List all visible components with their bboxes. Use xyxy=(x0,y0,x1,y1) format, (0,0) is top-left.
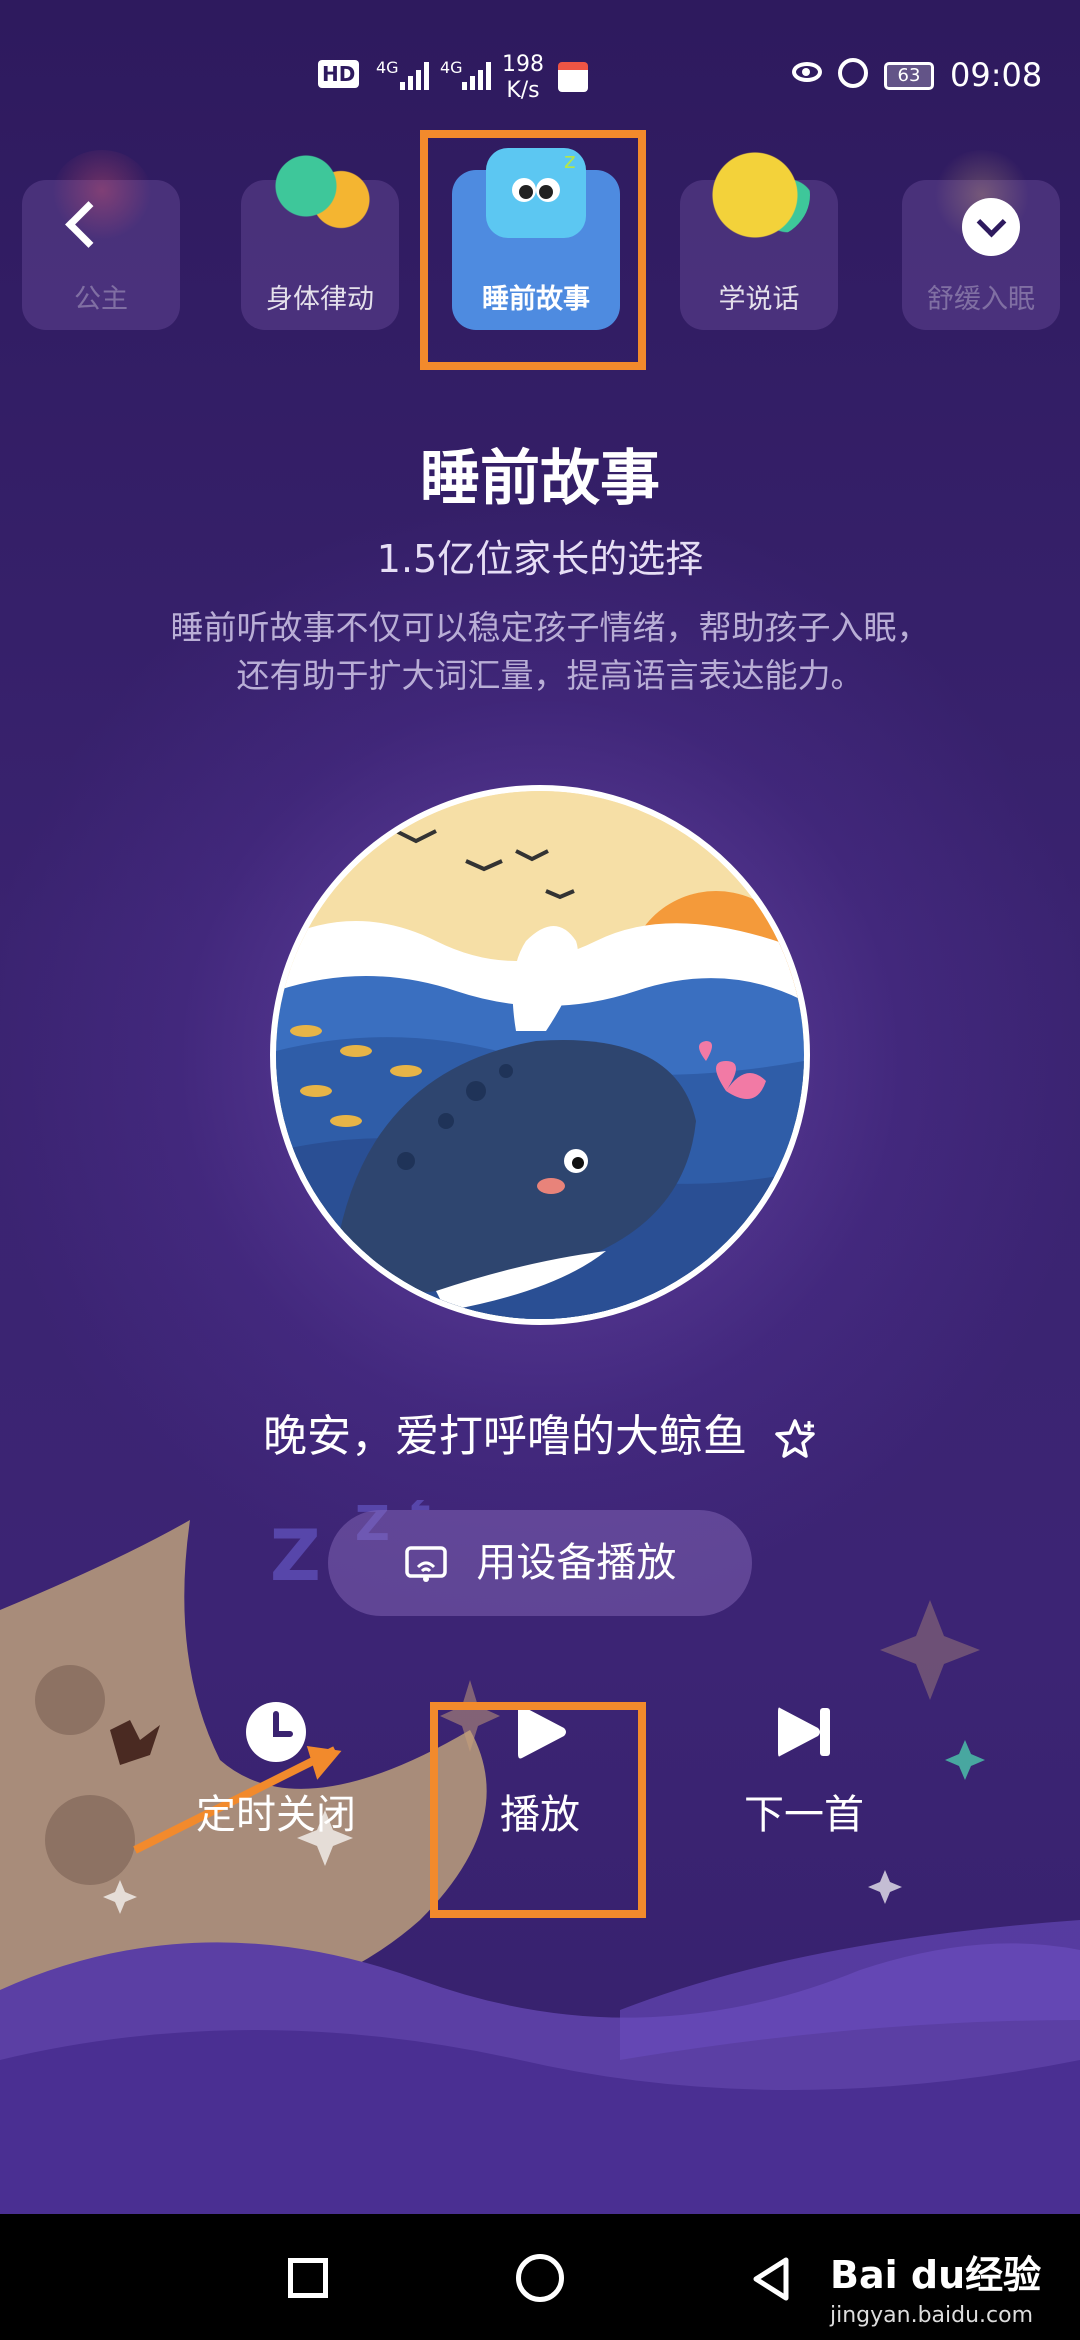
chat-faces-illustration-icon xyxy=(710,150,810,240)
clock-icon xyxy=(244,1700,308,1764)
next-track-button[interactable]: 下一首 xyxy=(694,1700,914,1840)
annotation-highlight-play xyxy=(430,1702,646,1918)
story-title-row: 晚安，爱打呼噜的大鲸鱼 xyxy=(0,1400,1080,1464)
calendar-notification-icon xyxy=(558,62,588,92)
sim1-label: 4G xyxy=(376,58,399,77)
page-description: 睡前听故事不仅可以稳定孩子情绪，帮助孩子入眠，还有助于扩大词汇量，提高语言表达能… xyxy=(170,608,930,695)
status-bar: HD 4G 4G 198 K/s 63 09:08 xyxy=(0,0,1080,150)
play-on-device-button[interactable]: 用设备播放 xyxy=(328,1510,752,1616)
play-on-device-label: 用设备播放 xyxy=(476,1540,677,1586)
alarm-icon xyxy=(838,58,868,88)
signal-1-icon xyxy=(400,60,440,90)
category-label: 学说话 xyxy=(718,284,800,315)
battery-icon: 63 xyxy=(884,62,934,90)
category-label: 身体律动 xyxy=(266,284,374,315)
baidu-jingyan-watermark: Bai du经验 jingyan.baidu.com xyxy=(830,2244,1041,2328)
timer-close-label: 定时关闭 xyxy=(196,1792,356,1838)
recent-apps-icon[interactable] xyxy=(288,2258,328,2298)
ice-cream-illustration-icon xyxy=(271,150,371,240)
watermark-brand: Bai du经验 xyxy=(830,2253,1042,2297)
home-icon[interactable] xyxy=(516,2254,564,2302)
favorite-star-icon[interactable] xyxy=(773,1417,817,1461)
eye-comfort-icon xyxy=(792,62,822,82)
page-subtitle: 1.5亿位家长的选择 xyxy=(376,537,704,581)
category-body-rhythm[interactable]: 身体律动 xyxy=(241,150,399,330)
category-label: 公主 xyxy=(74,284,128,315)
watermark-site: jingyan.baidu.com xyxy=(830,2303,1034,2328)
back-arrow-icon[interactable] xyxy=(62,200,106,244)
chevron-down-icon[interactable] xyxy=(962,198,1020,256)
net-speed-unit: K/s xyxy=(506,78,540,103)
net-speed-value: 198 xyxy=(502,52,544,77)
story-cover-image xyxy=(270,785,810,1325)
next-track-label: 下一首 xyxy=(744,1792,864,1838)
annotation-highlight-tab xyxy=(420,130,646,370)
timer-close-button[interactable]: 定时关闭 xyxy=(166,1700,386,1840)
system-nav-bar: Bai du经验 jingyan.baidu.com xyxy=(0,2214,1080,2340)
back-nav-icon[interactable] xyxy=(748,2256,794,2302)
clock: 09:08 xyxy=(950,56,1043,94)
hd-badge: HD xyxy=(318,60,360,88)
svg-text:Z: Z xyxy=(270,1515,321,1597)
category-label: 舒缓入眠 xyxy=(927,284,1035,315)
net-speed: 198 K/s xyxy=(502,52,544,104)
cast-device-icon xyxy=(404,1546,447,1582)
page-title: 睡前故事 xyxy=(420,444,660,514)
sim2-label: 4G xyxy=(440,58,463,77)
story-title: 晚安，爱打呼噜的大鲸鱼 xyxy=(263,1411,747,1462)
skip-next-icon xyxy=(772,1700,836,1764)
category-learn-to-speak[interactable]: 学说话 xyxy=(680,150,838,330)
signal-2-icon xyxy=(462,60,502,90)
